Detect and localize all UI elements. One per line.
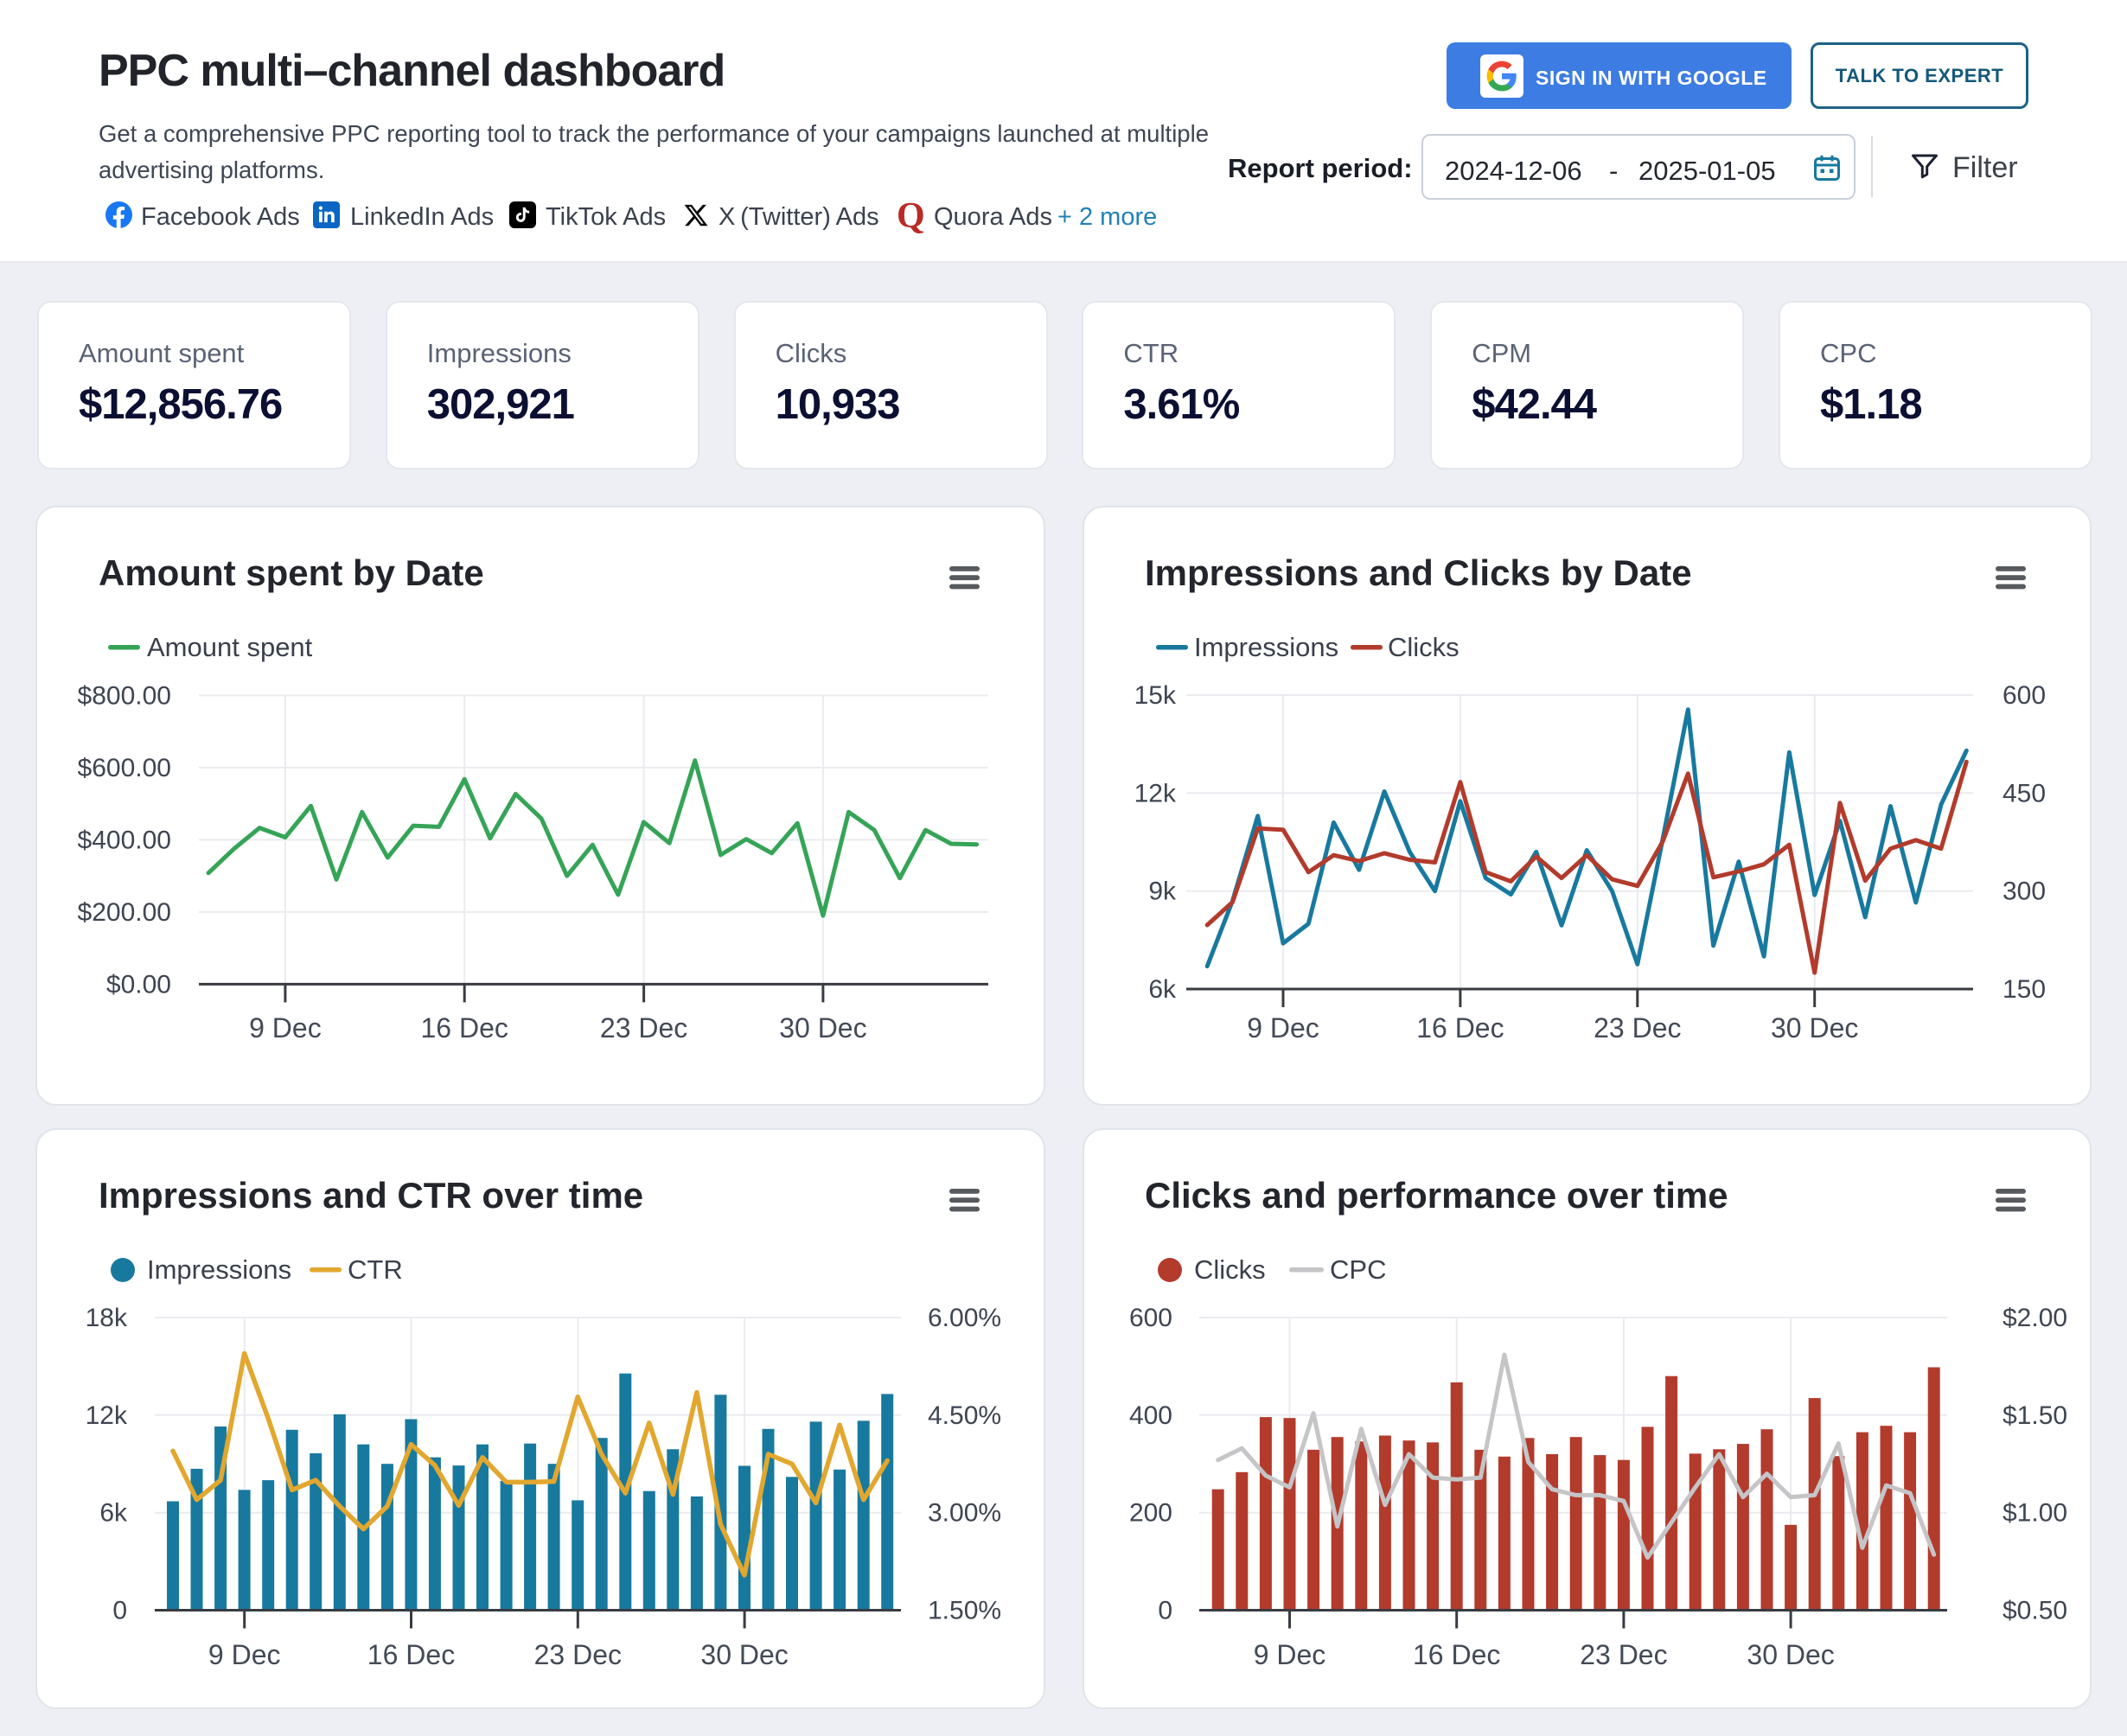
svg-text:15k: 15k [1134,681,1177,710]
svg-text:Impressions and Clicks by Date: Impressions and Clicks by Date [1145,552,1692,593]
svg-text:200: 200 [1129,1499,1172,1528]
svg-text:18k: 18k [86,1304,128,1332]
svg-text:9 Dec: 9 Dec [1247,1012,1319,1044]
svg-text:$1.50: $1.50 [2002,1401,2067,1430]
svg-text:Impressions: Impressions [147,1254,291,1285]
svg-text:0: 0 [112,1597,127,1625]
svg-text:CTR: CTR [348,1254,403,1285]
svg-text:16 Dec: 16 Dec [421,1012,508,1044]
svg-text:0: 0 [1158,1597,1172,1625]
svg-text:Amount spent: Amount spent [147,632,313,662]
svg-text:300: 300 [2002,878,2046,906]
svg-text:6k: 6k [1148,975,1177,1004]
svg-text:9 Dec: 9 Dec [1254,1639,1326,1670]
svg-text:30 Dec: 30 Dec [779,1012,866,1044]
svg-text:600: 600 [2002,681,2046,710]
svg-text:$400.00: $400.00 [78,826,171,854]
svg-text:$1.00: $1.00 [2002,1499,2067,1528]
svg-text:$800.00: $800.00 [78,681,171,710]
svg-text:$600.00: $600.00 [78,754,171,782]
svg-text:23 Dec: 23 Dec [1594,1012,1681,1044]
svg-text:Impressions: Impressions [1194,632,1338,662]
svg-text:Amount spent by Date: Amount spent by Date [99,552,484,593]
svg-text:30 Dec: 30 Dec [1771,1012,1858,1044]
svg-text:9 Dec: 9 Dec [249,1012,322,1044]
svg-text:600: 600 [1129,1304,1172,1332]
svg-text:1.50%: 1.50% [928,1597,1001,1625]
svg-text:6.00%: 6.00% [928,1304,1001,1332]
svg-text:150: 150 [2002,975,2046,1004]
svg-text:$200.00: $200.00 [78,898,171,927]
svg-text:$0.50: $0.50 [2002,1597,2067,1625]
svg-text:30 Dec: 30 Dec [700,1639,788,1670]
svg-text:16 Dec: 16 Dec [1416,1012,1504,1044]
svg-text:6k: 6k [99,1499,128,1528]
svg-text:$2.00: $2.00 [2002,1304,2067,1332]
svg-text:Clicks: Clicks [1388,632,1460,662]
svg-text:9k: 9k [1148,878,1177,906]
svg-text:3.00%: 3.00% [928,1499,1001,1528]
svg-text:Clicks and performance over ti: Clicks and performance over time [1145,1175,1728,1216]
svg-text:12k: 12k [86,1401,128,1430]
svg-text:12k: 12k [1134,779,1177,807]
svg-text:23 Dec: 23 Dec [1580,1639,1667,1670]
svg-text:30 Dec: 30 Dec [1747,1639,1834,1670]
svg-text:450: 450 [2002,779,2046,807]
svg-text:9 Dec: 9 Dec [208,1639,281,1670]
svg-text:4.50%: 4.50% [928,1401,1001,1430]
svg-text:$0.00: $0.00 [106,970,171,999]
svg-text:CPC: CPC [1330,1254,1386,1285]
svg-text:400: 400 [1129,1401,1172,1430]
svg-text:Impressions and CTR over time: Impressions and CTR over time [99,1175,643,1216]
svg-text:16 Dec: 16 Dec [1413,1639,1500,1670]
svg-text:23 Dec: 23 Dec [600,1012,687,1044]
svg-text:16 Dec: 16 Dec [367,1639,455,1670]
svg-text:23 Dec: 23 Dec [534,1639,622,1670]
svg-text:Clicks: Clicks [1194,1254,1266,1285]
